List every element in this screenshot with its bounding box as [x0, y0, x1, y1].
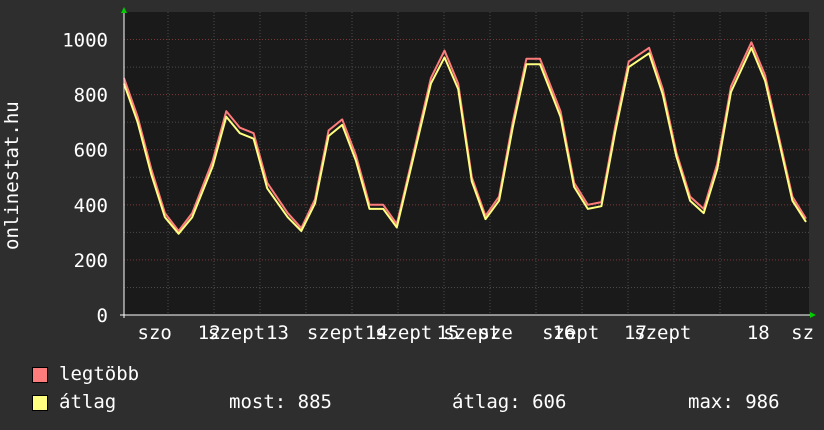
x-tick-label: szept: [634, 322, 691, 344]
stat-current: most: 885: [229, 391, 332, 413]
x-tick-label: 18: [747, 322, 770, 344]
legend-label-avg: átlag: [59, 391, 117, 413]
x-tick-label: szept: [208, 322, 265, 344]
legend-swatch-avg: [32, 395, 48, 411]
y-tick-label: 1000: [62, 30, 108, 52]
y-tick-label: 600: [74, 140, 108, 162]
y-tick-label: 200: [74, 250, 108, 272]
y-tick-label: 400: [74, 195, 108, 217]
legend-row-max: legtöbb: [30, 361, 810, 387]
y-tick-label: 800: [74, 85, 108, 107]
x-tick-label: szept: [542, 322, 599, 344]
x-tick-label: szept: [375, 322, 432, 344]
plot-background: [124, 12, 809, 315]
x-tick-label: sz: [791, 322, 814, 344]
x-axis-arrow-icon: [810, 312, 816, 318]
stat-max: max: 986: [688, 391, 780, 413]
x-tick-label: 13: [266, 322, 289, 344]
legend-row-avg: átlag most: 885 átlag: 606 max: 986: [30, 389, 810, 415]
y-axis-label: onlinestat.hu: [1, 101, 23, 250]
x-tick-label: szo: [138, 322, 172, 344]
y-tick-labels: 0 200 400 600 800 1000: [62, 30, 108, 327]
chart: 02004006008001000 szo 12szept 13 szept 14sze…: [1, 7, 816, 344]
x-tick-label: szept: [307, 322, 364, 344]
x-tick-label: sze: [479, 322, 513, 344]
legend-swatch-max: [32, 367, 48, 383]
stat-average: átlag: 606: [452, 391, 567, 413]
legend-label-max: legtöbb: [59, 363, 140, 385]
x-tick-labels: szo 12szept 13 szept 14szept 15szeptsze 16szep…: [138, 322, 815, 344]
y-axis-arrow-icon: [121, 7, 127, 13]
y-tick-label: 0: [97, 305, 108, 327]
